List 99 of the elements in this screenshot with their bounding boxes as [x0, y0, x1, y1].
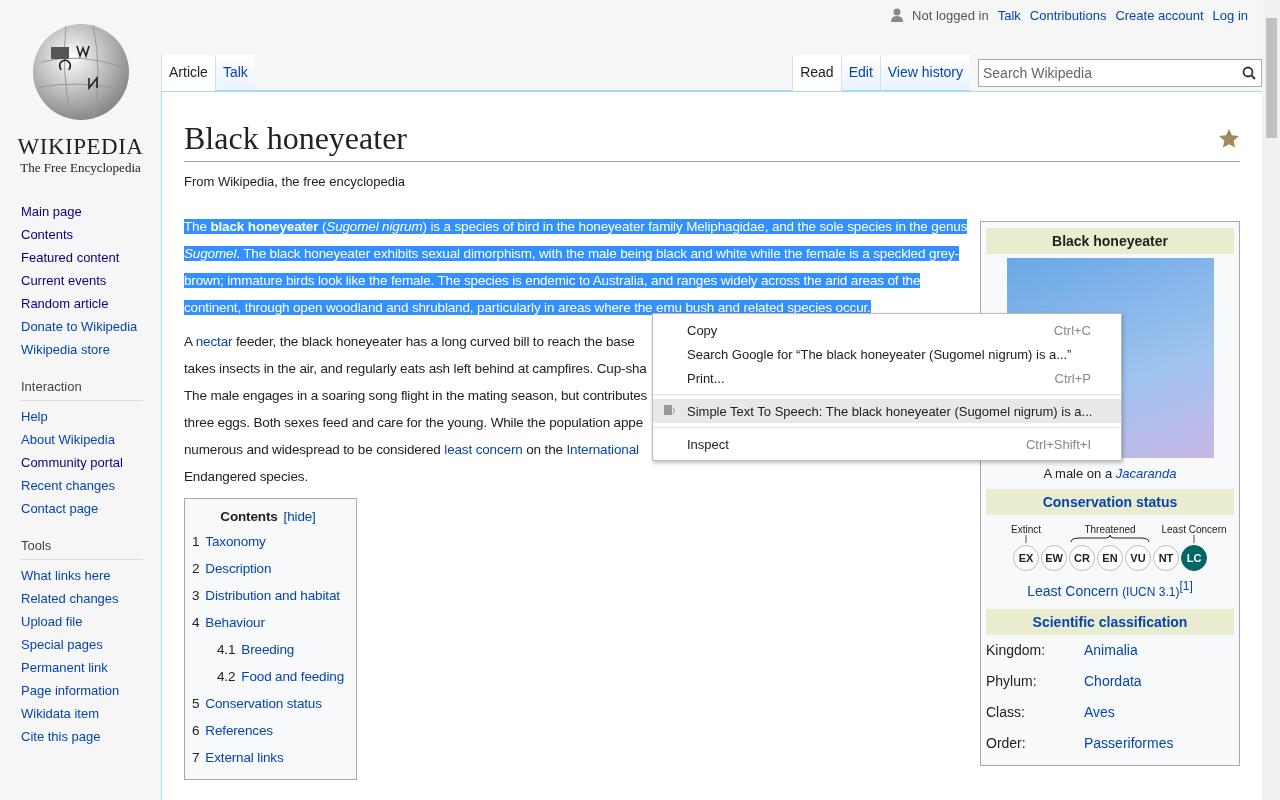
sidebar-link[interactable]: Upload file [21, 610, 161, 633]
taxon-link[interactable]: Animalia [1084, 634, 1234, 666]
tick-mark-icon [1025, 535, 1027, 543]
paragraph-text: Endangered species. [184, 469, 308, 484]
text-link[interactable]: least concern [444, 442, 523, 457]
text-link[interactable]: nectar [195, 334, 233, 349]
status-circle[interactable]: VU [1125, 545, 1151, 571]
reference-link[interactable]: [1] [1179, 579, 1193, 593]
infobox-title: Black honeyeater [986, 228, 1234, 254]
view-tab[interactable]: Edit [840, 55, 880, 91]
user-icon [891, 8, 904, 22]
sidebar-link[interactable]: Cite this page [21, 725, 161, 748]
sidebar-link[interactable]: Permanent link [21, 656, 161, 679]
section-heading[interactable]: Conservation status [986, 489, 1234, 515]
status-circle[interactable]: EW [1041, 545, 1067, 571]
page-tab[interactable]: Talk [214, 55, 255, 91]
user-link[interactable]: Talk [997, 7, 1021, 23]
toc-link[interactable]: 4.2 Food and feeding [192, 663, 344, 690]
toc-link[interactable]: 3 Distribution and habitat [192, 582, 344, 609]
scale-label: Threatened [1070, 525, 1150, 543]
sidebar-link[interactable]: Recent changes [21, 474, 161, 497]
rank-label: Class: [986, 702, 1026, 722]
menu-item[interactable]: Simple Text To Speech: The black honeyeater (Sugomel nigrum) is a... [653, 399, 1121, 423]
sidebar-link[interactable]: Community portal [21, 451, 161, 474]
caption-link[interactable]: Jacaranda [1115, 466, 1177, 481]
photo-caption: A male on a Jacaranda [1042, 466, 1178, 481]
text-link[interactable]: International [566, 442, 639, 457]
user-link[interactable]: Create account [1115, 7, 1204, 23]
rank-label: Phylum: [986, 671, 1038, 691]
menu-item[interactable]: Inspect Ctrl+Shift+I [653, 432, 1121, 456]
search-icon[interactable] [1242, 66, 1256, 80]
sidebar-link[interactable]: Donate to Wikipedia [21, 315, 161, 338]
status-link[interactable]: Least Concern [1027, 582, 1119, 599]
rank-label: Kingdom: [986, 640, 1047, 660]
sidebar-link[interactable]: Current events [21, 269, 161, 292]
paragraph-text: The male engages in a soaring song flight in the mating season, but contributes [184, 388, 648, 403]
toc-link[interactable]: 1 Taxonomy [192, 528, 344, 555]
toc-link[interactable]: 4 Behaviour [192, 609, 344, 636]
sidebar-link[interactable]: Featured content [21, 246, 161, 269]
view-tab[interactable]: View history [879, 55, 970, 91]
taxon-link[interactable]: Chordata [1084, 665, 1234, 697]
toc-link[interactable]: 7 External links [192, 744, 344, 771]
page-tab[interactable]: Article [161, 55, 215, 91]
menu-item[interactable]: Search Google for “The black honeyeater (Sugomel nigrum) is a...” [653, 342, 1121, 366]
source-text: (IUCN 3.1) [1122, 584, 1180, 599]
taxon-link[interactable]: Passeriformes [1084, 727, 1234, 759]
paragraph-text: three eggs. Both sexes feed and care for the young. While the population appe [184, 415, 644, 430]
page-subtitle: From Wikipedia, the free encyclopedia [184, 174, 407, 189]
paragraph-text: feeder, the black honeyeater has a long curved bill to reach the base [234, 334, 635, 349]
toc-link[interactable]: 2 Description [192, 555, 344, 582]
paragraph-text: numerous and widespread to be considered [184, 442, 442, 457]
sidebar-link[interactable]: Related changes [21, 587, 161, 610]
user-link[interactable]: Log in [1212, 7, 1248, 23]
tagline: The Free Encyclopedia [20, 160, 141, 176]
sidebar-link[interactable]: About Wikipedia [21, 428, 161, 451]
sidebar-link[interactable]: Wikidata item [21, 702, 161, 725]
menu-item[interactable]: Copy Ctrl+C [653, 318, 1121, 342]
sidebar-link[interactable]: Help [21, 405, 161, 428]
toc-link[interactable]: 6 References [192, 717, 344, 744]
scrollbar[interactable] [1263, 0, 1280, 800]
scale-label: Extinct [1011, 525, 1041, 543]
toc-link[interactable]: 4.1 Breeding [192, 636, 344, 663]
view-tab[interactable]: Read [792, 55, 841, 91]
selected-paragraph: The black honeyeater (Sugomel nigrum) is a species of bird in the honeyeater family Meliphagidae, and the sole species in the genus Sugomel. The black honeyeater exhibits sexual dimorphism, with the male being black and white while the female is a speckled grey-brown; immature birds look like the female. The species is endemic to Australia, and ranges widely across the arid areas of the continent, through open woodland and shrubland, particularly in areas where the emu bush and related species occur. [184, 218, 968, 317]
sidebar-heading: Interaction [21, 379, 143, 401]
tick-mark-icon [1193, 535, 1195, 543]
scale-label: Least Concern [1161, 525, 1227, 543]
paragraph-text: on the [525, 442, 564, 457]
star-icon[interactable] [1218, 127, 1240, 150]
status-circle[interactable]: EN [1097, 545, 1123, 571]
sidebar-link[interactable]: Contact page [21, 497, 161, 520]
sidebar-link[interactable]: What links here [21, 564, 161, 587]
sidebar-heading: Tools [21, 538, 143, 560]
sidebar-link[interactable]: Special pages [21, 633, 161, 656]
sidebar-link[interactable]: Page information [21, 679, 161, 702]
search-field[interactable]: Search Wikipedia [978, 59, 1262, 87]
user-link[interactable]: Contributions [1029, 7, 1107, 23]
login-status: Not logged in [912, 7, 989, 23]
toc-link[interactable]: 5 Conservation status [192, 690, 344, 717]
wordmark: WIKIPEDIA [17, 134, 144, 160]
brace-icon [1070, 535, 1150, 543]
hide-link[interactable]: [hide] [283, 509, 316, 524]
status-circle[interactable]: LC [1181, 545, 1207, 571]
page-title: Black honeyeater [184, 120, 407, 157]
paragraph-text: takes insects in the air, and regularly eats ash left behind at campfires. Cup-sha [184, 361, 647, 376]
sidebar-link[interactable]: Wikipedia store [21, 338, 161, 361]
menu-item[interactable]: Print... Ctrl+P [653, 366, 1121, 390]
taxon-link[interactable]: Aves [1084, 696, 1234, 728]
status-circle[interactable]: NT [1153, 545, 1179, 571]
section-heading[interactable]: Scientific classification [986, 608, 1234, 635]
sidebar-link[interactable]: Contents [21, 223, 161, 246]
paragraph-text: A [184, 334, 194, 349]
rank-label: Order: [986, 733, 1027, 753]
sidebar-link[interactable]: Random article [21, 292, 161, 315]
status-circle[interactable]: EX [1013, 545, 1039, 571]
status-circle[interactable]: CR [1069, 545, 1095, 571]
speech-icon [663, 404, 677, 418]
sidebar-link[interactable]: Main page [21, 200, 161, 223]
toc-title: Contents [220, 509, 278, 524]
